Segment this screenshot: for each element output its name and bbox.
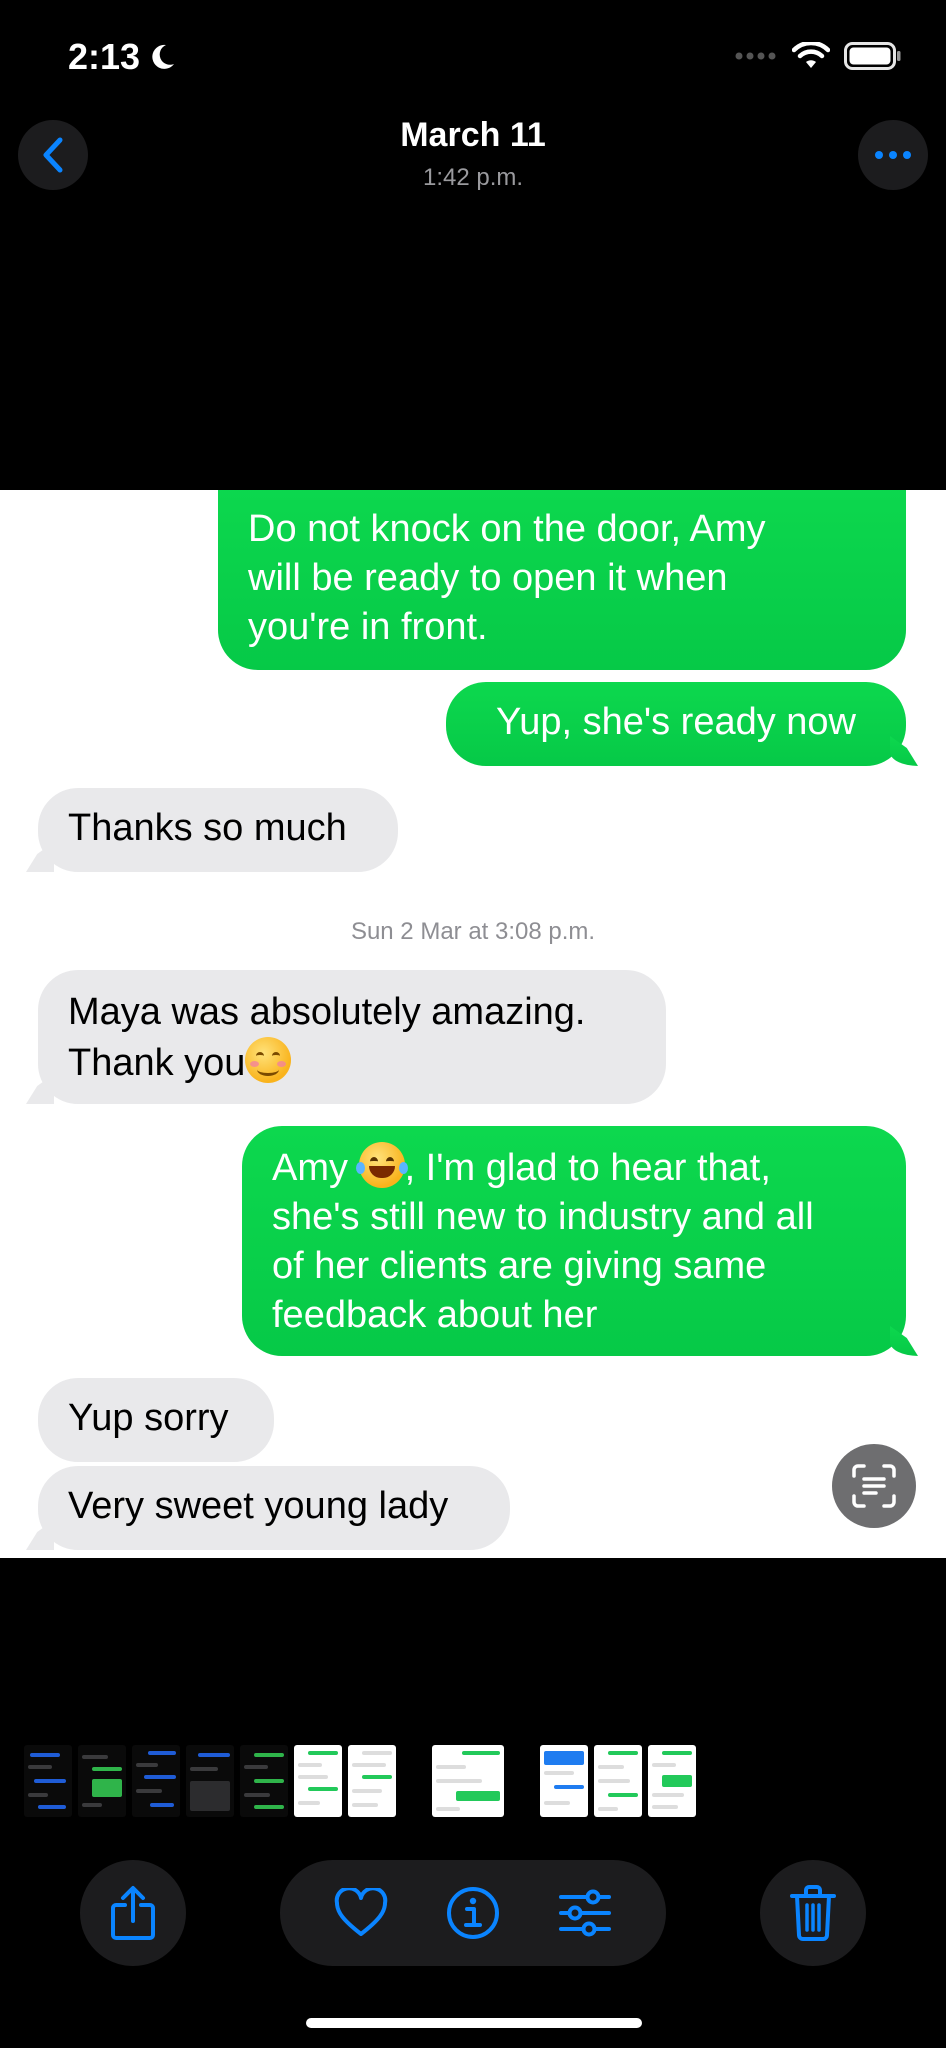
message-bubble-sent: Yup, she's ready now: [446, 682, 906, 766]
thumbnail-current[interactable]: [432, 1745, 504, 1817]
thumbnail[interactable]: [348, 1745, 396, 1817]
sliders-icon: [559, 1889, 612, 1937]
more-button[interactable]: [858, 120, 928, 190]
message-text-line: Do not knock on the door, Amy: [248, 508, 766, 550]
photo-viewer[interactable]: Do not knock on the door, Amy will be re…: [0, 490, 946, 1558]
message-text: Yup sorry: [68, 1397, 229, 1439]
message-text-line: will be ready to open it when: [248, 557, 728, 599]
battery-icon: [844, 42, 901, 70]
thumbnail[interactable]: [594, 1745, 642, 1817]
message-text-line: of her clients are giving same: [272, 1245, 767, 1287]
adjust-button[interactable]: [557, 1888, 613, 1938]
heart-icon: [334, 1888, 387, 1936]
thumbnail[interactable]: [24, 1745, 72, 1817]
wifi-icon: [792, 42, 830, 68]
message-bubble-sent: Do not knock on the door, Amy will be re…: [218, 490, 906, 670]
thumbnail[interactable]: [294, 1745, 342, 1817]
favorite-button[interactable]: [333, 1888, 389, 1938]
tears-of-joy-emoji: [355, 1142, 408, 1188]
message-text-line: feedback about her: [272, 1294, 598, 1336]
message-text: Very sweet young lady: [68, 1485, 449, 1527]
thumbnail[interactable]: [648, 1745, 696, 1817]
status-time: 2:13: [68, 36, 176, 78]
signal-dots-icon: [735, 52, 776, 60]
share-icon: [111, 1886, 155, 1940]
thumbnail[interactable]: [540, 1745, 588, 1817]
message-text-line: Thank you: [68, 1037, 636, 1088]
conversation-timestamp: Sun 2 Mar at 3:08 p.m.: [350, 918, 596, 945]
moon-icon: [152, 44, 175, 69]
delete-button[interactable]: [760, 1860, 866, 1966]
home-indicator[interactable]: [306, 2018, 642, 2028]
thumbnail[interactable]: [78, 1745, 126, 1817]
message-text-line: Amy , I'm glad to hear that,: [272, 1142, 876, 1193]
message-bubble-received: Very sweet young lady: [38, 1466, 510, 1550]
message-text-line: you're in front.: [248, 606, 488, 648]
thumbnail[interactable]: [132, 1745, 180, 1817]
page-subtitle: 1:42 p.m.: [422, 164, 524, 191]
info-button[interactable]: [446, 1886, 500, 1940]
photo-actions-group: [280, 1860, 666, 1966]
trash-icon: [790, 1885, 836, 1941]
message-text-line: she's still new to industry and all: [272, 1196, 814, 1238]
thumbnail-strip[interactable]: [24, 1744, 696, 1818]
message-bubble-received: Maya was absolutely amazing. Thank you: [38, 970, 666, 1104]
thumbnail[interactable]: [240, 1745, 288, 1817]
info-icon: [446, 1887, 499, 1939]
page-title: March 11: [400, 116, 546, 154]
live-text-button[interactable]: [832, 1444, 916, 1528]
ellipsis-icon: [875, 151, 911, 159]
message-bubble-sent: Amy , I'm glad to hear that, she's still…: [242, 1126, 906, 1356]
share-button[interactable]: [80, 1860, 186, 1966]
status-icons: [734, 42, 902, 70]
message-text: Yup, she's ready now: [495, 701, 857, 743]
message-bubble-received: Yup sorry: [38, 1378, 274, 1462]
message-text: Thanks so much: [68, 807, 347, 849]
live-text-icon: [852, 1464, 896, 1508]
thumbnail[interactable]: [186, 1745, 234, 1817]
smiling-face-emoji: [245, 1037, 292, 1083]
message-bubble-received: Thanks so much: [38, 788, 398, 872]
time-label: 2:13: [68, 36, 141, 77]
message-text-line: Maya was absolutely amazing.: [68, 991, 586, 1033]
